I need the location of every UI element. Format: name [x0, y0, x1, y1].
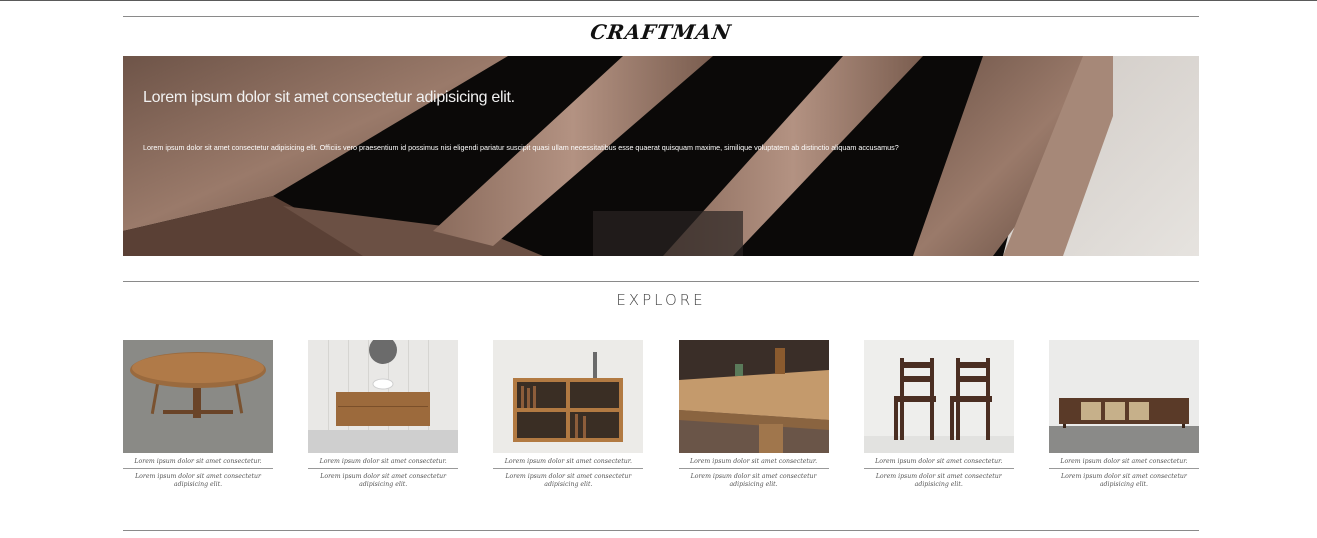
product-description: Lorem ipsum dolor sit amet consectetur a…: [135, 473, 261, 488]
bottom-divider: [123, 530, 1199, 531]
product-caption: Lorem ipsum dolor sit amet consectetur.: [504, 458, 632, 465]
product-card-2[interactable]: Lorem ipsum dolor sit amet consectetur. …: [308, 340, 459, 489]
product-caption: Lorem ipsum dolor sit amet consectetur.: [134, 458, 262, 465]
brand-logo[interactable]: CRAFTMAN: [121, 20, 1200, 44]
product-description: Lorem ipsum dolor sit amet consectetur a…: [1061, 473, 1187, 488]
hero-title: Lorem ipsum dolor sit amet consectetur a…: [143, 89, 515, 106]
sideboard-image[interactable]: [1048, 340, 1199, 453]
product-caption: Lorem ipsum dolor sit amet consectetur.: [875, 458, 1003, 465]
product-description: Lorem ipsum dolor sit amet consectetur a…: [505, 473, 632, 488]
card-divider: [863, 468, 1014, 469]
product-card-6[interactable]: Lorem ipsum dolor sit amet consectetur. …: [1048, 340, 1199, 489]
round-table-image[interactable]: [123, 340, 273, 453]
hero-text: Lorem ipsum dolor sit amet consectetur a…: [143, 143, 899, 152]
bathroom-vanity-image[interactable]: [308, 340, 459, 453]
card-divider: [493, 468, 644, 469]
section-divider: [123, 281, 1199, 282]
top-divider: [123, 16, 1199, 17]
product-description: Lorem ipsum dolor sit amet consectetur a…: [320, 473, 447, 488]
card-divider: [123, 468, 273, 469]
product-grid: Lorem ipsum dolor sit amet consectetur. …: [123, 340, 1199, 489]
explore-heading: EXPLORE: [616, 291, 706, 309]
hero-banner: Lorem ipsum dolor sit amet consectetur a…: [123, 56, 1199, 256]
card-divider: [308, 468, 459, 469]
product-card-5[interactable]: Lorem ipsum dolor sit amet consectetur. …: [863, 340, 1014, 489]
card-divider: [678, 468, 829, 469]
product-card-1[interactable]: Lorem ipsum dolor sit amet consectetur. …: [123, 340, 273, 489]
product-description: Lorem ipsum dolor sit amet consectetur a…: [875, 473, 1002, 488]
hero-image: [123, 56, 1199, 256]
product-card-4[interactable]: Lorem ipsum dolor sit amet consectetur. …: [678, 340, 829, 489]
product-caption: Lorem ipsum dolor sit amet consectetur.: [689, 458, 818, 465]
card-divider: [1048, 468, 1199, 469]
two-chairs-image[interactable]: [863, 340, 1014, 453]
product-caption: Lorem ipsum dolor sit amet consectetur.: [319, 458, 447, 465]
product-description: Lorem ipsum dolor sit amet consectetur a…: [690, 473, 817, 488]
product-caption: Lorem ipsum dolor sit amet consectetur.: [1060, 458, 1188, 465]
table-corner-image[interactable]: [678, 340, 829, 453]
bookshelf-image[interactable]: [493, 340, 644, 453]
product-card-3[interactable]: Lorem ipsum dolor sit amet consectetur. …: [493, 340, 644, 489]
